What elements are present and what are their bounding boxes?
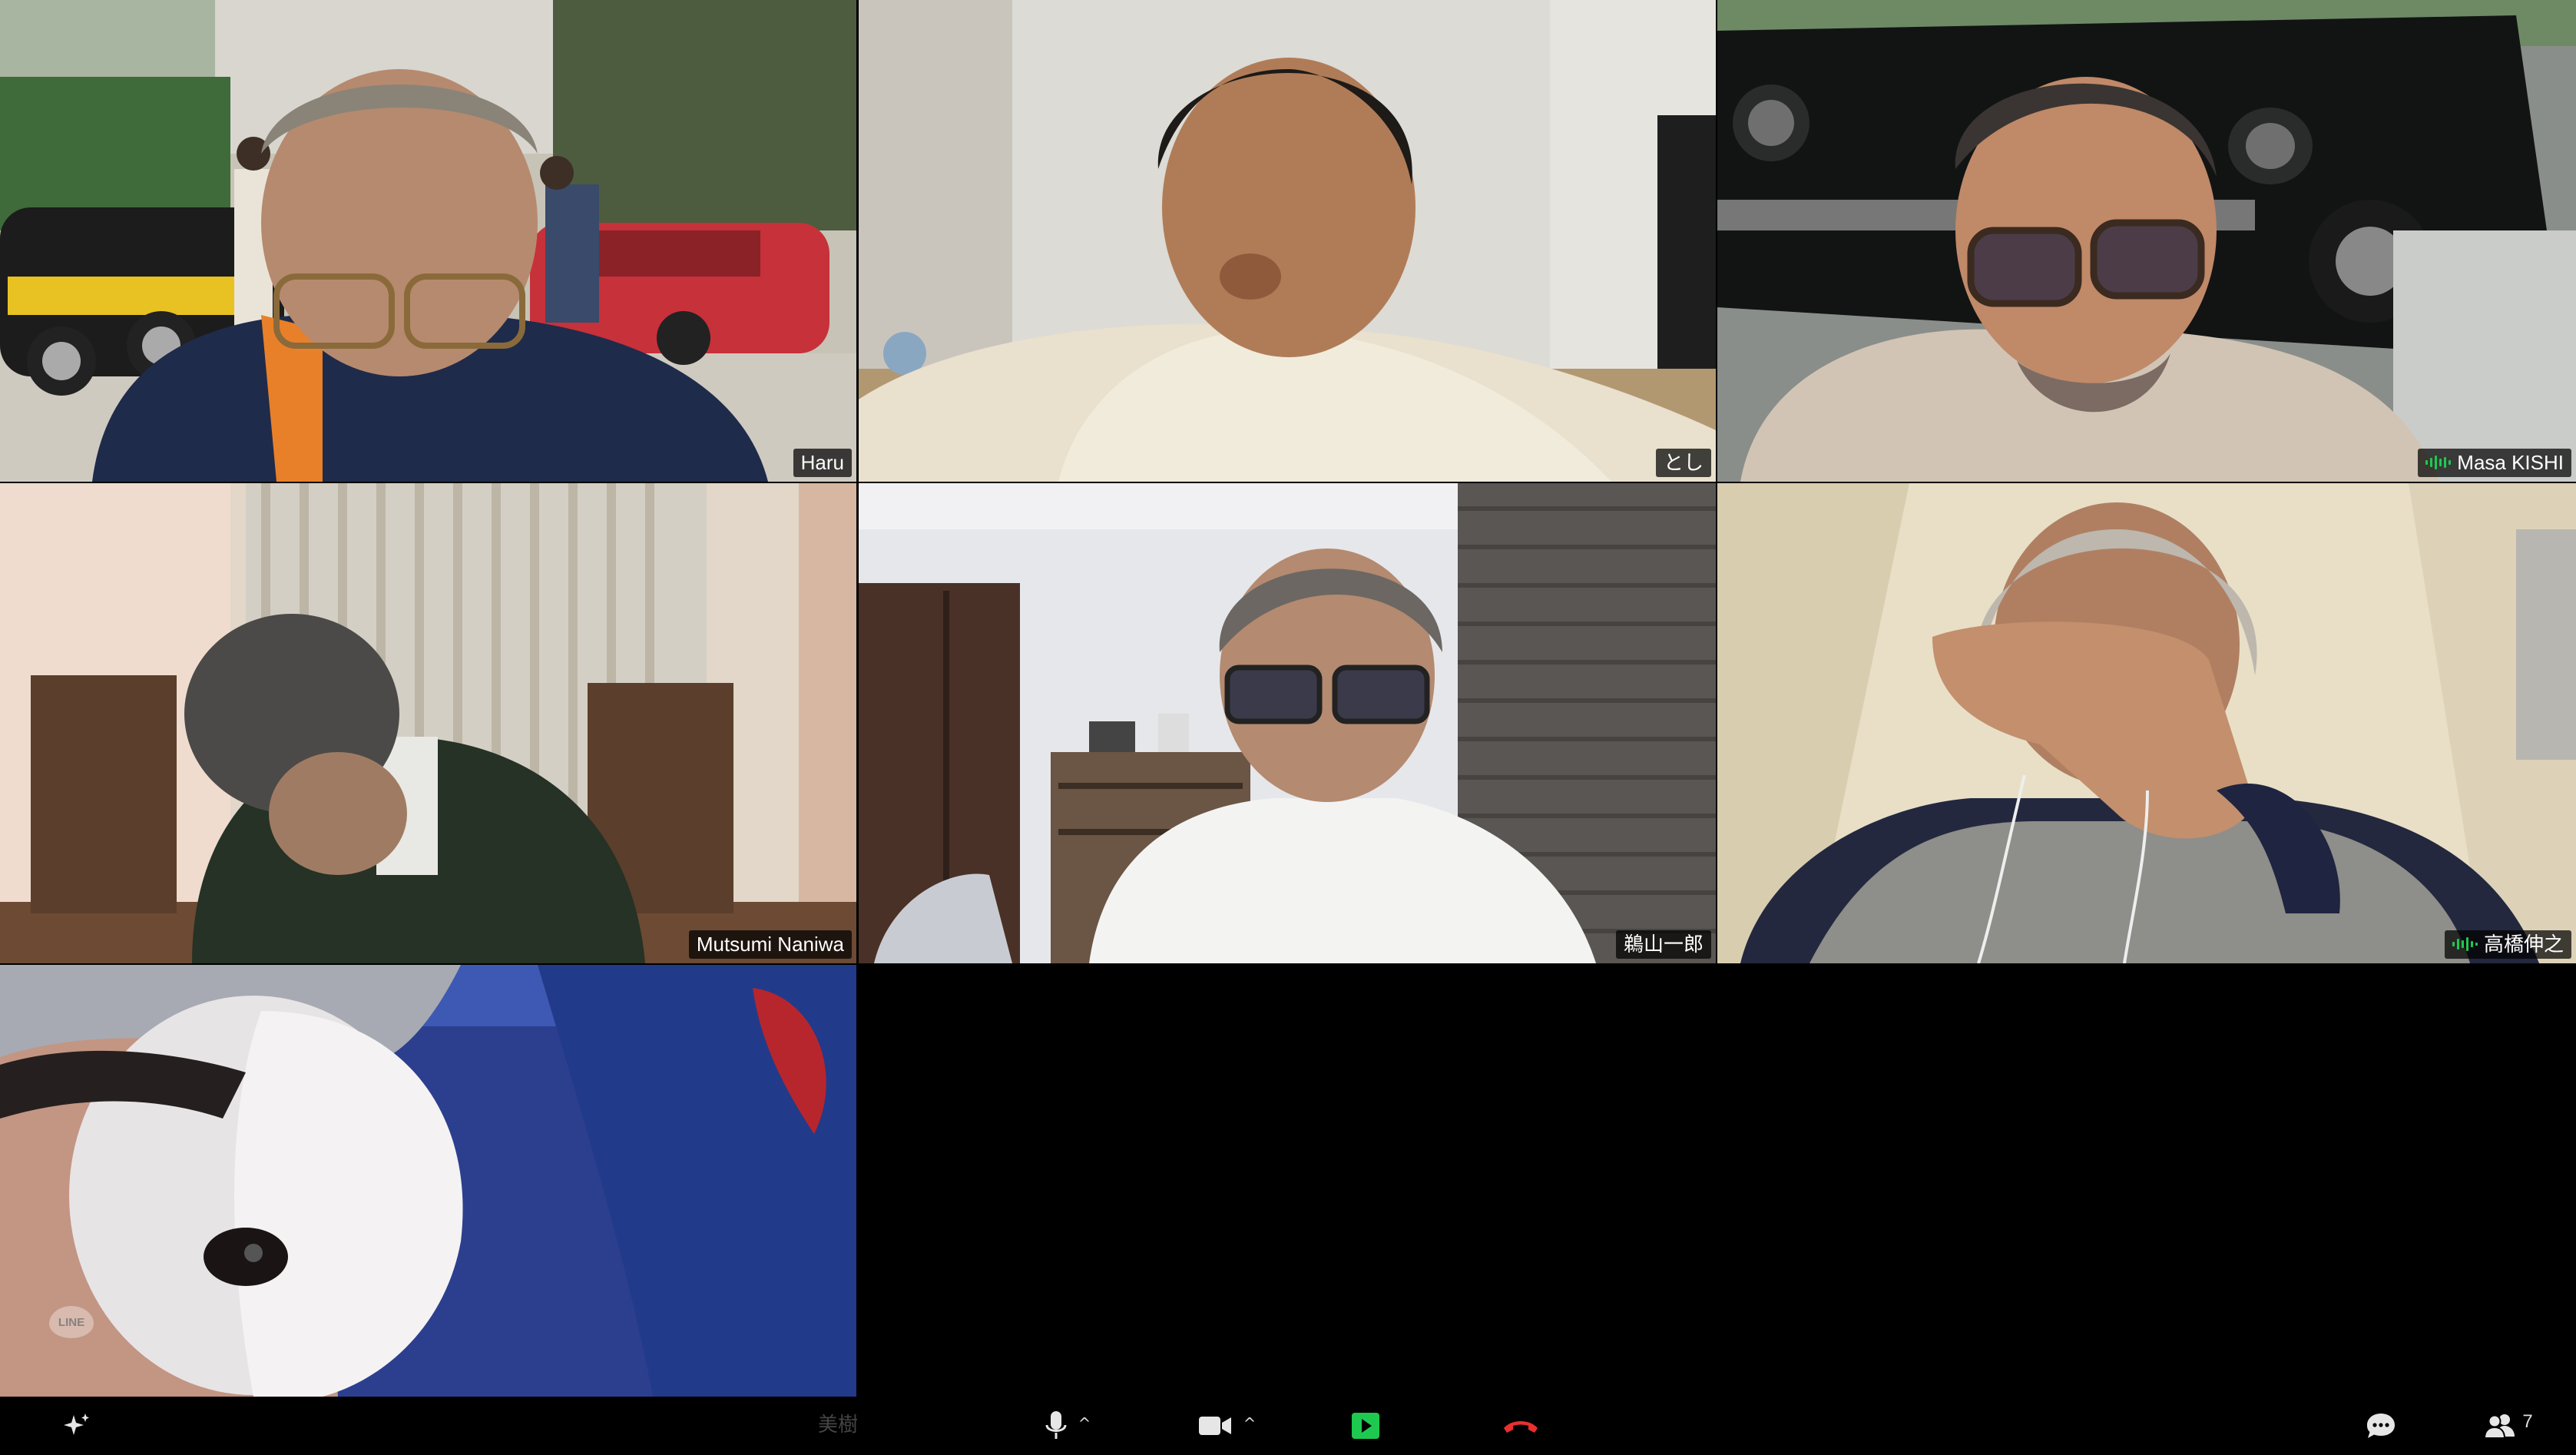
participant-name-tag: 鵜山一郎 [1615,930,1711,959]
video-tile-takahashi-nobuyuki[interactable]: 高橋伸之 [1717,483,2576,963]
line-logo-text: LINE [58,1315,85,1329]
participant-name: 美樹 [818,1413,859,1436]
video-feed [859,0,1716,482]
video-feed [1717,0,2576,482]
video-button[interactable]: ^ [1192,1397,1261,1455]
chat-icon [2367,1414,2395,1438]
empty-area [859,965,2576,1397]
participant-name-tag: Haru [793,449,852,477]
sparkle-icon [64,1414,89,1435]
video-tile-haru[interactable]: Haru [0,0,856,482]
end-call-icon [1504,1421,1538,1433]
mute-button[interactable]: ^ [1037,1397,1098,1455]
participant-name: Haru [800,451,844,474]
participants-button[interactable]: 7 [2477,1397,2538,1455]
participant-name-tag: 高橋伸之 [2444,930,2571,959]
participant-name-tag: Masa KISHI [2418,449,2571,477]
video-tile-miki[interactable]: LINE [0,965,856,1397]
participant-name: Mutsumi Naniwa [696,933,844,956]
video-feed [1717,483,2576,963]
video-feed [0,965,856,1397]
participant-count: 7 [2522,1411,2533,1432]
effects-button[interactable] [54,1397,100,1455]
participant-name: 鵜山一郎 [1623,933,1704,956]
chat-button[interactable] [2358,1397,2404,1455]
participants-icon [2484,1414,2515,1439]
end-call-button[interactable] [1498,1397,1544,1455]
video-tile-toshi[interactable]: とし [859,0,1716,482]
participant-name: 高橋伸之 [2483,933,2564,956]
video-feed [0,0,856,482]
video-tile-mutsumi-naniwa[interactable]: Mutsumi Naniwa [0,483,856,963]
camera-icon [1198,1417,1231,1435]
microphone-icon [1045,1411,1067,1439]
video-tile-uyama-ichiro[interactable]: 鵜山一郎 [859,483,1716,963]
speaking-indicator-icon [2425,455,2452,470]
video-tile-masa-kishi[interactable]: Masa KISHI [1717,0,2576,482]
participant-name: とし [1663,451,1704,474]
share-screen-icon [1352,1413,1379,1439]
speaking-indicator-icon [2452,936,2478,952]
video-feed [859,483,1716,963]
video-options-chevron-icon[interactable]: ^ [1243,1414,1257,1433]
line-logo-icon: LINE [49,1306,94,1338]
participant-name-tag: Mutsumi Naniwa [688,930,852,959]
video-feed [0,483,856,963]
share-screen-button[interactable] [1343,1397,1389,1455]
participant-name: Masa KISHI [2457,451,2564,474]
mic-options-chevron-icon[interactable]: ^ [1078,1414,1091,1433]
participant-name-tag: とし [1655,449,1711,477]
participant-name-tag: 美樹 [810,1410,866,1439]
video-grid: Haru とし Masa KISHI Mutsumi Naniwa 鵜山一郎 高… [0,0,2576,1455]
meeting-toolbar: 美樹 ^ ^ 7 [0,1397,2576,1455]
